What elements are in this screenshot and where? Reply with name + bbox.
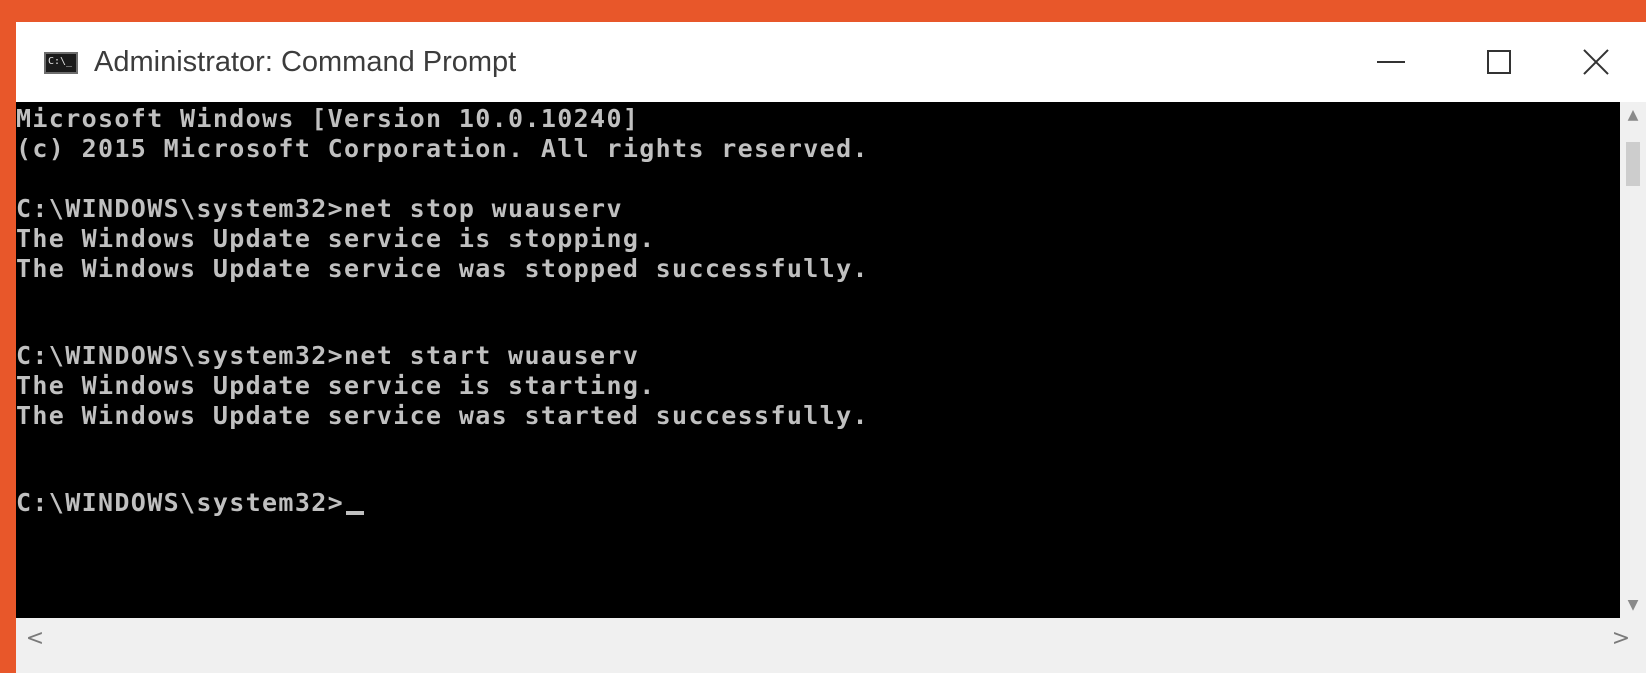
console-prompt-line: C:\WINDOWS\system32> [16, 488, 365, 518]
maximize-button[interactable] [1449, 36, 1549, 88]
console-line: The Windows Update service was stopped s… [16, 254, 869, 283]
console-output[interactable]: Microsoft Windows [Version 10.0.10240] (… [16, 102, 1620, 618]
command-prompt-icon: C:\_ [44, 52, 78, 74]
maximize-icon [1487, 50, 1511, 74]
window-title: Administrator: Command Prompt [94, 46, 517, 78]
minimize-icon [1377, 61, 1405, 63]
horizontal-scrollbar[interactable]: < > [16, 618, 1646, 673]
vertical-scrollbar[interactable]: ▲ ▼ [1620, 102, 1646, 618]
console-line: C:\WINDOWS\system32>net stop wuauserv [16, 194, 623, 223]
console-line: (c) 2015 Microsoft Corporation. All righ… [16, 134, 869, 163]
close-icon [1582, 48, 1610, 76]
scroll-down-icon[interactable]: ▼ [1620, 592, 1646, 618]
console-line: The Windows Update service is starting. [16, 371, 656, 400]
command-prompt-window: C:\_ Administrator: Command Prompt Micro… [16, 22, 1646, 673]
console-prompt: C:\WINDOWS\system32> [16, 488, 345, 517]
title-bar[interactable]: C:\_ Administrator: Command Prompt [16, 22, 1646, 102]
scroll-right-icon[interactable]: > [1606, 624, 1636, 654]
console-line: Microsoft Windows [Version 10.0.10240] [16, 104, 640, 133]
minimize-button[interactable] [1341, 36, 1441, 88]
console-line: C:\WINDOWS\system32>net start wuauserv [16, 341, 640, 370]
close-button[interactable] [1546, 36, 1646, 88]
vertical-scroll-thumb[interactable] [1626, 142, 1640, 186]
console-line: The Windows Update service was started s… [16, 401, 869, 430]
text-cursor [346, 511, 365, 515]
scroll-up-icon[interactable]: ▲ [1620, 102, 1646, 128]
scroll-left-icon[interactable]: < [20, 624, 50, 654]
console-line: The Windows Update service is stopping. [16, 224, 656, 253]
